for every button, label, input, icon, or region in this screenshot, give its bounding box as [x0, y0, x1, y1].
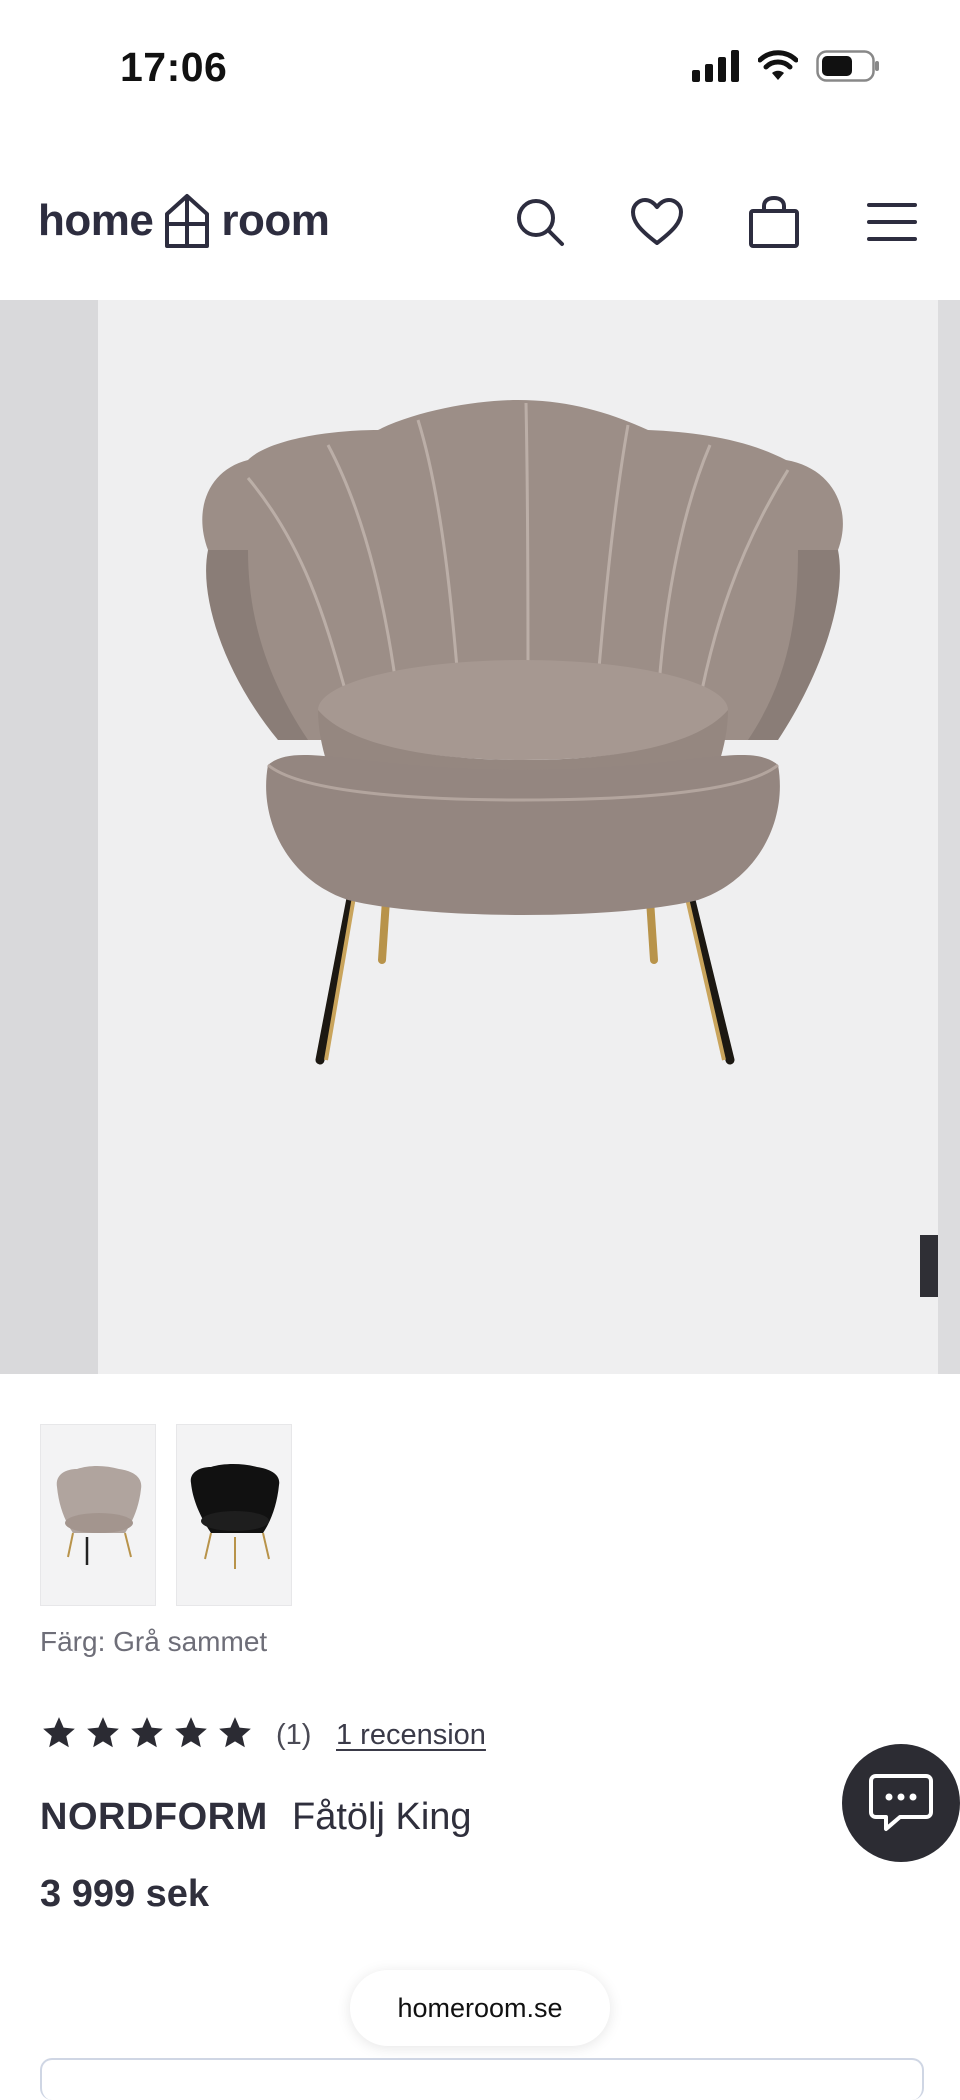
- thumb-armchair-grey-image: [56, 1466, 142, 1565]
- bottom-panel-edge: [40, 2058, 924, 2100]
- battery-icon: [816, 50, 879, 82]
- product-gallery[interactable]: 2 / 3: [0, 300, 960, 1374]
- logo-text-right: room: [221, 196, 330, 245]
- search-icon: [517, 199, 564, 246]
- review-count: (1): [276, 1719, 312, 1751]
- color-swatch-grey[interactable]: [40, 1424, 156, 1606]
- color-label-value: Grå sammet: [113, 1626, 268, 1657]
- color-swatch-black[interactable]: [176, 1424, 292, 1606]
- rating-stars: [40, 1714, 254, 1752]
- star-icon: [87, 1717, 119, 1748]
- wishlist-button[interactable]: [627, 192, 687, 252]
- star-icon: [219, 1717, 251, 1748]
- thumb-armchair-black-image: [190, 1464, 280, 1569]
- product-price: 3 999 sek: [40, 1873, 210, 1915]
- logo-text-left: home: [38, 196, 154, 245]
- gallery-slide-main[interactable]: 2 / 3: [98, 300, 960, 1374]
- armchair-image: [202, 400, 843, 1065]
- heart-icon: [631, 198, 683, 245]
- house-logo-icon: [165, 194, 210, 248]
- reviews-link[interactable]: 1 recension: [336, 1719, 486, 1752]
- gallery-slide-next[interactable]: [938, 300, 960, 1374]
- star-icon: [43, 1717, 75, 1748]
- bag-icon: [749, 195, 799, 248]
- product-brand: NORDFORM: [40, 1796, 268, 1838]
- logo[interactable]: home room: [38, 192, 330, 250]
- chat-button[interactable]: [842, 1744, 960, 1862]
- wifi-icon: [758, 50, 798, 80]
- chat-bubble-icon: [869, 1774, 933, 1831]
- search-button[interactable]: [510, 192, 570, 252]
- site-header: home room: [0, 160, 960, 301]
- status-time: 17:06: [120, 44, 228, 90]
- color-label-key: Färg:: [40, 1626, 106, 1657]
- product-title: Fåtölj King: [292, 1796, 472, 1838]
- cart-button[interactable]: [744, 192, 804, 252]
- star-icon: [131, 1717, 163, 1748]
- browser-url-bar[interactable]: homeroom.se: [350, 1970, 610, 2046]
- menu-icon: [867, 203, 917, 241]
- status-icons: [692, 50, 880, 82]
- menu-button[interactable]: [862, 192, 922, 252]
- star-icon: [175, 1717, 207, 1748]
- signal-icon: [692, 50, 739, 82]
- color-label: Färg: Grå sammet: [40, 1626, 267, 1658]
